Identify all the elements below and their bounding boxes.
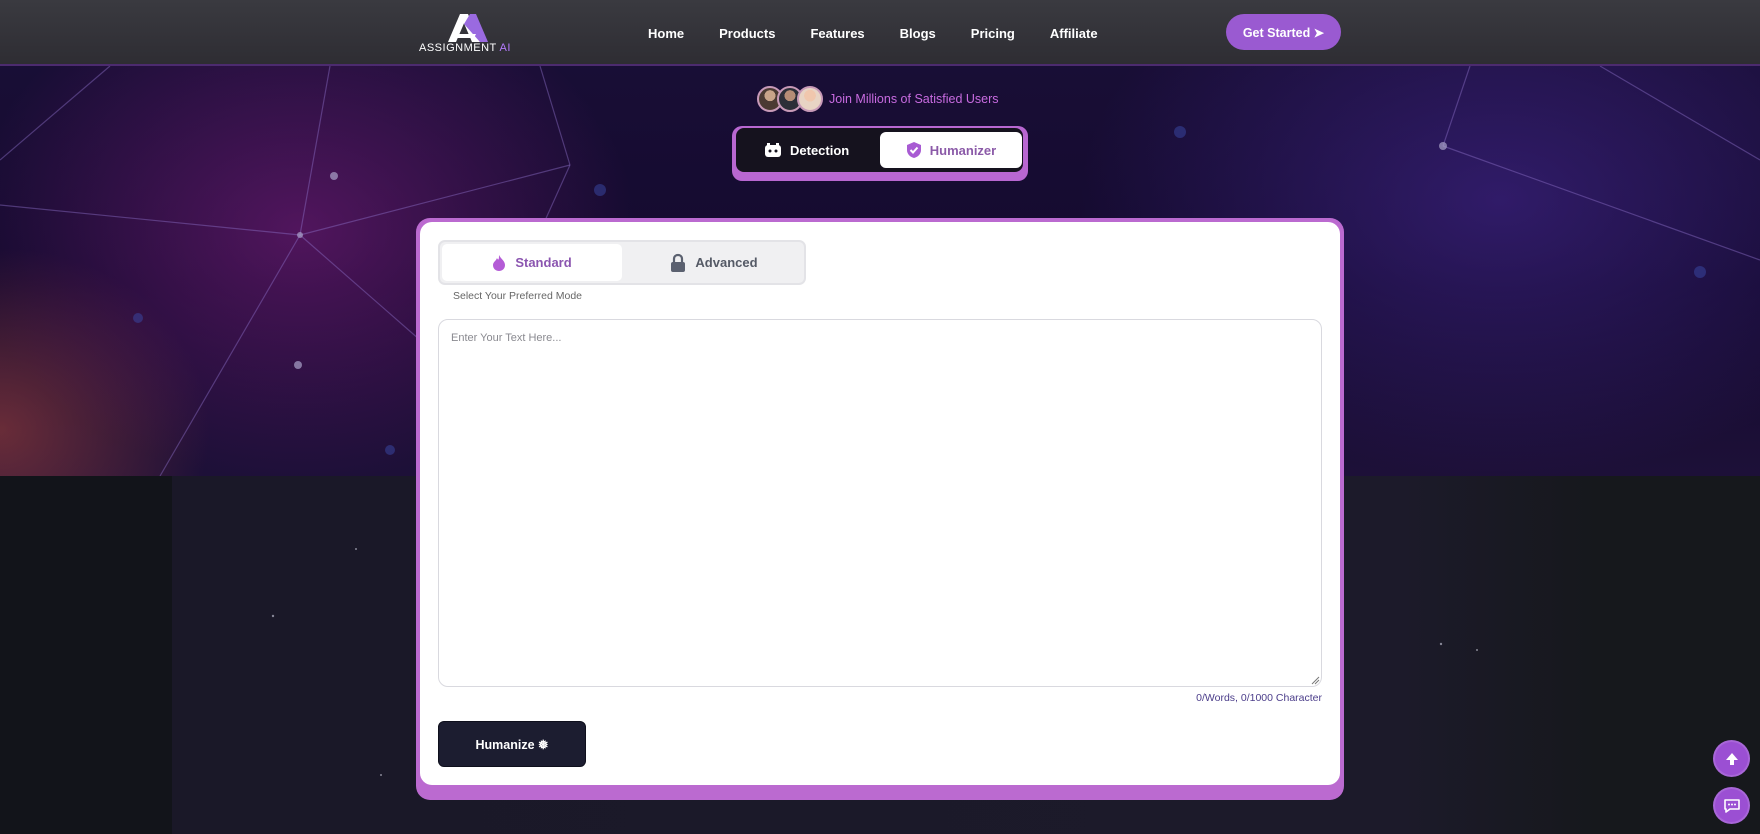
top-navigation-bar: ASSIGNMENT AI Home Products Features Blo… (0, 0, 1760, 66)
chat-button[interactable] (1713, 787, 1750, 824)
arrow-up-icon (1725, 752, 1738, 765)
tab-humanizer[interactable]: Humanizer (880, 132, 1022, 168)
humanize-button[interactable]: Humanize ❅ (438, 721, 586, 767)
nav-item-affiliate[interactable]: Affiliate (1050, 26, 1098, 41)
scroll-to-top-button[interactable] (1713, 740, 1750, 777)
nav-item-home[interactable]: Home (648, 26, 684, 41)
get-started-button[interactable]: Get Started ➤ (1226, 14, 1341, 50)
resize-handle-icon[interactable] (1310, 675, 1320, 685)
nav-item-features[interactable]: Features (810, 26, 864, 41)
tab-humanizer-label: Humanizer (929, 142, 997, 158)
shield-check-icon (906, 142, 921, 158)
avatar (797, 86, 823, 112)
mode-standard-label: Standard (515, 255, 572, 270)
tab-detection[interactable]: Detection (764, 136, 864, 164)
tab-detection-label: Detection (790, 142, 850, 158)
mode-standard-button[interactable]: Standard (442, 244, 622, 281)
text-input-area[interactable] (438, 319, 1322, 687)
social-proof-text: Join Millions of Satisfied Users (829, 92, 999, 106)
lock-icon (671, 253, 686, 272)
nav-item-blogs[interactable]: Blogs (900, 26, 936, 41)
mode-hint-text: Select Your Preferred Mode (453, 290, 582, 302)
logo-text-accent: AI (499, 42, 511, 54)
mode-advanced-button[interactable]: Advanced (625, 244, 803, 281)
logo-wordmark: ASSIGNMENT AI (419, 42, 511, 54)
flame-icon (493, 254, 506, 271)
chat-icon (1723, 798, 1740, 813)
word-character-counter: 0/Words, 0/1000 Character (1196, 692, 1322, 704)
nav-item-pricing[interactable]: Pricing (971, 26, 1015, 41)
nav-item-products[interactable]: Products (719, 26, 775, 41)
user-avatars-group (757, 86, 823, 112)
mode-advanced-label: Advanced (695, 255, 758, 270)
logo-text-main: ASSIGNMENT (419, 42, 497, 54)
main-nav: Home Products Features Blogs Pricing Aff… (648, 0, 1133, 66)
robot-icon (765, 143, 781, 157)
